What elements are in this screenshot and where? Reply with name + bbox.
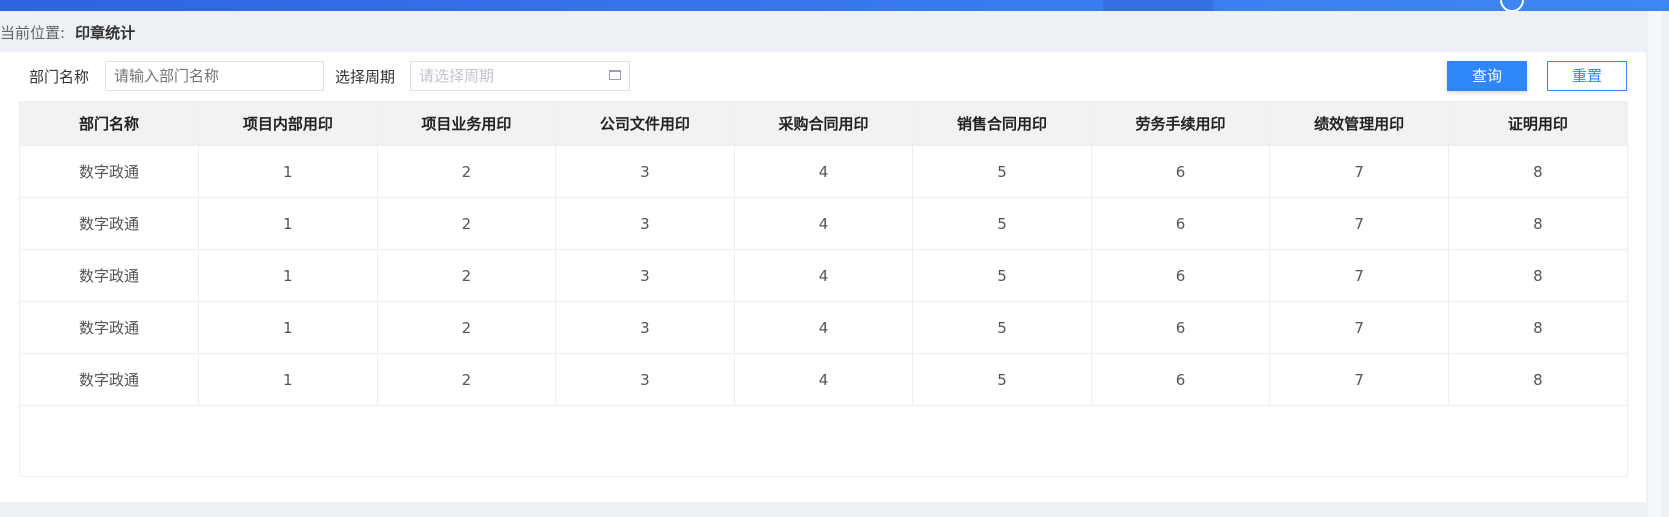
period-label: 选择周期 (335, 68, 396, 86)
period-picker[interactable]: 请选择周期 (410, 61, 630, 91)
column-header: 部门名称 (20, 102, 200, 146)
table-cell: 8 (1448, 249, 1627, 302)
table-cell: 4 (734, 301, 914, 354)
breadcrumb-current: 印章统计 (75, 23, 136, 42)
table-cell: 4 (734, 197, 914, 250)
column-header: 采购合同用印 (734, 102, 914, 146)
table-cell: 3 (555, 145, 735, 198)
table-cell: 3 (555, 249, 735, 302)
table-cell: 3 (555, 353, 735, 406)
table-cell: 6 (1091, 353, 1271, 406)
table-cell: 数字政通 (20, 353, 200, 406)
table-cell: 1 (198, 301, 378, 354)
query-button[interactable]: 查询 (1447, 61, 1527, 91)
table-cell: 1 (198, 249, 378, 302)
content-panel: 部门名称 选择周期 请选择周期 查询 重置 部门名称 项目内部用印 项目业务用印… (0, 52, 1646, 502)
table-cell: 8 (1448, 197, 1627, 250)
table-cell: 数字政通 (20, 249, 200, 302)
table-row[interactable]: 数字政通 1 2 3 4 5 6 7 8 (20, 197, 1627, 250)
breadcrumb: 当前位置: 印章统计 (0, 22, 135, 42)
top-header-bar (0, 0, 1669, 12)
table-cell: 1 (198, 197, 378, 250)
table-row[interactable]: 数字政通 1 2 3 4 5 6 7 8 (20, 249, 1627, 302)
table-cell: 5 (912, 197, 1092, 250)
period-placeholder: 请选择周期 (419, 67, 495, 85)
table-cell: 1 (198, 353, 378, 406)
column-header: 劳务手续用印 (1091, 102, 1271, 146)
table-cell: 2 (377, 145, 557, 198)
table-cell: 5 (912, 301, 1092, 354)
table-cell: 数字政通 (20, 197, 200, 250)
table-cell: 3 (555, 301, 735, 354)
column-header: 证明用印 (1448, 102, 1627, 146)
table-cell: 7 (1269, 301, 1449, 354)
table-cell: 5 (912, 353, 1092, 406)
table-cell: 8 (1448, 145, 1627, 198)
column-header: 销售合同用印 (912, 102, 1092, 146)
column-header: 绩效管理用印 (1269, 102, 1449, 146)
table-cell: 8 (1448, 353, 1627, 406)
table-header-row: 部门名称 项目内部用印 项目业务用印 公司文件用印 采购合同用印 销售合同用印 … (20, 102, 1627, 146)
table-cell: 4 (734, 145, 914, 198)
table-cell: 6 (1091, 197, 1271, 250)
page-scrollbar[interactable] (1648, 11, 1669, 517)
table-row[interactable]: 数字政通 1 2 3 4 5 6 7 8 (20, 301, 1627, 354)
table-cell: 4 (734, 249, 914, 302)
table-cell: 7 (1269, 197, 1449, 250)
table-cell: 1 (198, 145, 378, 198)
user-icon[interactable] (1500, 0, 1524, 12)
table-cell: 2 (377, 301, 557, 354)
table-cell: 2 (377, 249, 557, 302)
column-header: 项目内部用印 (198, 102, 378, 146)
table-cell: 2 (377, 353, 557, 406)
table-row[interactable]: 数字政通 1 2 3 4 5 6 7 8 (20, 145, 1627, 198)
dept-name-input[interactable] (105, 61, 324, 91)
data-table: 部门名称 项目内部用印 项目业务用印 公司文件用印 采购合同用印 销售合同用印 … (20, 102, 1627, 406)
scrollbar-track[interactable] (1648, 11, 1662, 517)
stamp-stats-table: 部门名称 项目内部用印 项目业务用印 公司文件用印 采购合同用印 销售合同用印 … (19, 101, 1628, 477)
table-cell: 8 (1448, 301, 1627, 354)
table-cell: 2 (377, 197, 557, 250)
table-cell: 7 (1269, 249, 1449, 302)
table-row[interactable]: 数字政通 1 2 3 4 5 6 7 8 (20, 353, 1627, 406)
table-cell: 3 (555, 197, 735, 250)
table-cell: 数字政通 (20, 145, 200, 198)
column-header: 项目业务用印 (377, 102, 557, 146)
table-cell: 5 (912, 249, 1092, 302)
table-cell: 7 (1269, 145, 1449, 198)
table-cell: 4 (734, 353, 914, 406)
table-cell: 6 (1091, 145, 1271, 198)
table-cell: 6 (1091, 249, 1271, 302)
table-cell: 5 (912, 145, 1092, 198)
table-cell: 6 (1091, 301, 1271, 354)
calendar-icon[interactable] (609, 70, 621, 80)
table-cell: 数字政通 (20, 301, 200, 354)
reset-button[interactable]: 重置 (1547, 61, 1627, 91)
dept-name-label: 部门名称 (29, 68, 90, 86)
table-cell: 7 (1269, 353, 1449, 406)
column-header: 公司文件用印 (555, 102, 735, 146)
header-nav-segment[interactable] (1103, 0, 1213, 11)
breadcrumb-prefix: 当前位置: (0, 23, 66, 42)
